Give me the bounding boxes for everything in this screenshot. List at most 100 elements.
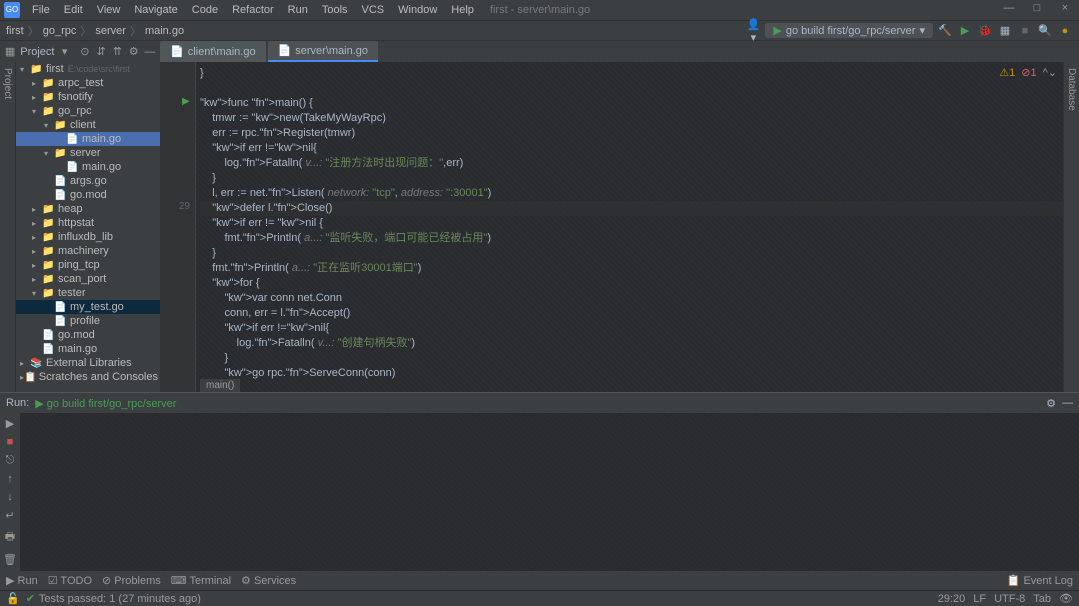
code-line[interactable]: } [200, 171, 1063, 186]
code-line[interactable]: } [200, 351, 1063, 366]
code-line[interactable]: log."fn">Fatalln( v...: "创建句柄失败") [200, 336, 1063, 351]
tree-item[interactable]: 📄my_test.go [16, 300, 160, 314]
tree-item[interactable]: 📄main.go [16, 342, 160, 356]
breadcrumb-item[interactable]: server [95, 25, 126, 37]
inspection-indicator[interactable]: 👁 [1059, 592, 1073, 605]
stop-run-icon[interactable]: ■ [7, 436, 14, 448]
run-output[interactable] [20, 413, 1079, 571]
tree-item[interactable]: ▾📁tester [16, 286, 160, 300]
run-panel-config[interactable]: ▶ go build first/go_rpc/server [35, 397, 176, 410]
user-icon[interactable]: 👤▾ [745, 18, 761, 44]
editor-breadcrumb[interactable]: main() [200, 379, 240, 392]
print-icon[interactable]: 🖶 [5, 528, 15, 547]
settings-icon[interactable]: ⚙ [128, 45, 140, 58]
event-log-button[interactable]: 📋 Event Log [1007, 574, 1073, 587]
menu-window[interactable]: Window [392, 2, 443, 18]
hide-icon[interactable]: — [144, 46, 156, 58]
run-icon[interactable]: ▶ [957, 24, 973, 37]
collapse-all-icon[interactable]: ⇈ [111, 45, 123, 58]
window-minimize[interactable]: — [999, 2, 1019, 14]
menu-code[interactable]: Code [186, 2, 224, 18]
editor-gutter[interactable]: ▶ 29 [160, 62, 196, 392]
line-ending[interactable]: LF [973, 593, 986, 605]
project-dropdown-icon[interactable]: ▾ [59, 45, 71, 58]
code-line[interactable]: "kw">if err !="kw">nil{ [200, 321, 1063, 336]
menu-refactor[interactable]: Refactor [226, 2, 280, 18]
exit-icon[interactable]: ⎋ [6, 454, 15, 467]
run-gutter-icon[interactable]: ▶ [182, 96, 190, 107]
status-run[interactable]: ▶ Run [6, 574, 38, 587]
tree-item[interactable]: ▸📁fsnotify [16, 90, 160, 104]
menu-vcs[interactable]: VCS [356, 2, 391, 18]
tree-item[interactable]: ▸📁httpstat [16, 216, 160, 230]
tree-item[interactable]: ▸📁ping_tcp [16, 258, 160, 272]
tree-item[interactable]: 📄go.mod [16, 188, 160, 202]
code-line[interactable]: l, err := net."fn">Listen( network: "tcp… [200, 186, 1063, 201]
code-line[interactable]: } [200, 246, 1063, 261]
run-panel-settings-icon[interactable]: ⚙ [1046, 397, 1056, 410]
code-line[interactable]: log."fn">Fatalln( v...: "注册方法时出现问题：",err… [200, 156, 1063, 171]
code-line[interactable]: "kw">go rpc."fn">ServeConn(conn) [200, 366, 1063, 381]
window-maximize[interactable]: □ [1027, 2, 1047, 14]
inspections-widget[interactable]: ⚠1 ⊘1 ^⌄ [999, 66, 1057, 79]
code-line[interactable]: fmt."fn">Println( a...: "正在监听30001端口") [200, 261, 1063, 276]
debug-icon[interactable]: 🐞 [977, 24, 993, 37]
menu-tools[interactable]: Tools [316, 2, 354, 18]
indent[interactable]: Tab [1033, 593, 1051, 605]
expand-all-icon[interactable]: ⇵ [95, 45, 107, 58]
tree-item[interactable]: 📄main.go [16, 160, 160, 174]
database-tool-button[interactable]: Database [1064, 62, 1079, 117]
status-services[interactable]: ⚙ Services [241, 574, 296, 587]
editor-tab[interactable]: 📄server\main.go [268, 41, 378, 62]
tree-item[interactable]: ▸📁scan_port [16, 272, 160, 286]
select-opened-icon[interactable]: ⊙ [79, 45, 91, 58]
menu-help[interactable]: Help [445, 2, 480, 18]
wrap-icon[interactable]: ↵ [5, 509, 14, 522]
window-close[interactable]: × [1055, 2, 1075, 14]
code-line[interactable]: "kw">var conn net.Conn [200, 291, 1063, 306]
tests-status[interactable]: Tests passed: 1 (27 minutes ago) [39, 593, 201, 605]
status-terminal[interactable]: ⌨ Terminal [171, 574, 231, 587]
tree-item[interactable]: ▾📁client [16, 118, 160, 132]
rerun-icon[interactable]: ▶ [6, 417, 14, 430]
tree-item[interactable]: ▸📚External Libraries [16, 356, 160, 370]
breadcrumb-item[interactable]: main.go [145, 25, 184, 37]
tree-item[interactable]: ▾📁firstE:\code\src\first [16, 62, 160, 76]
line-number[interactable]: 29 [160, 201, 190, 212]
project-tree[interactable]: ▾📁firstE:\code\src\first▸📁arpc_test▸📁fsn… [16, 62, 160, 392]
tree-item[interactable]: ▾📁go_rpc [16, 104, 160, 118]
code-line[interactable]: "kw">for { [200, 276, 1063, 291]
tree-item[interactable]: ▸📋Scratches and Consoles [16, 370, 160, 384]
tree-item[interactable]: ▸📁influxdb_lib [16, 230, 160, 244]
menu-navigate[interactable]: Navigate [128, 2, 183, 18]
lock-icon[interactable]: 🔓 [6, 592, 20, 605]
code-line[interactable]: "kw">defer l."fn">Close() [200, 201, 1063, 216]
tree-item[interactable]: ▸📁machinery [16, 244, 160, 258]
code-line[interactable] [200, 81, 1063, 96]
code-line[interactable]: "kw">func "fn">main() { [200, 96, 1063, 111]
tree-item[interactable]: ▸📁heap [16, 202, 160, 216]
code-line[interactable]: } [200, 66, 1063, 81]
code-line[interactable]: conn, err = l."fn">Accept() [200, 306, 1063, 321]
menu-view[interactable]: View [91, 2, 127, 18]
tree-item[interactable]: 📄profile [16, 314, 160, 328]
status-todo[interactable]: ☑ TODO [48, 574, 92, 587]
menu-edit[interactable]: Edit [58, 2, 89, 18]
menu-file[interactable]: File [26, 2, 56, 18]
code-line[interactable]: "kw">if err != "kw">nil { [200, 216, 1063, 231]
editor[interactable]: ▶ 29 } "kw">func "fn">main() { tmwr := "… [160, 62, 1063, 392]
tree-item[interactable]: ▾📁server [16, 146, 160, 160]
code-line[interactable]: err := rpc."fn">Register(tmwr) [200, 126, 1063, 141]
build-icon[interactable]: 🔨 [937, 24, 953, 37]
editor-tab[interactable]: 📄client\main.go [160, 41, 266, 62]
cursor-position[interactable]: 29:20 [938, 593, 966, 605]
run-config-selector[interactable]: ▶go build first/go_rpc/server▾ [765, 23, 933, 38]
stop-icon[interactable]: ■ [1017, 25, 1033, 37]
up-icon[interactable]: ↑ [7, 473, 13, 485]
coverage-icon[interactable]: ▦ [997, 24, 1013, 37]
tree-item[interactable]: 📄args.go [16, 174, 160, 188]
tree-item[interactable]: 📄main.go [16, 132, 160, 146]
encoding[interactable]: UTF-8 [994, 593, 1025, 605]
code-line[interactable]: tmwr := "kw">new(TakeMyWayRpc) [200, 111, 1063, 126]
tree-item[interactable]: ▸📁arpc_test [16, 76, 160, 90]
